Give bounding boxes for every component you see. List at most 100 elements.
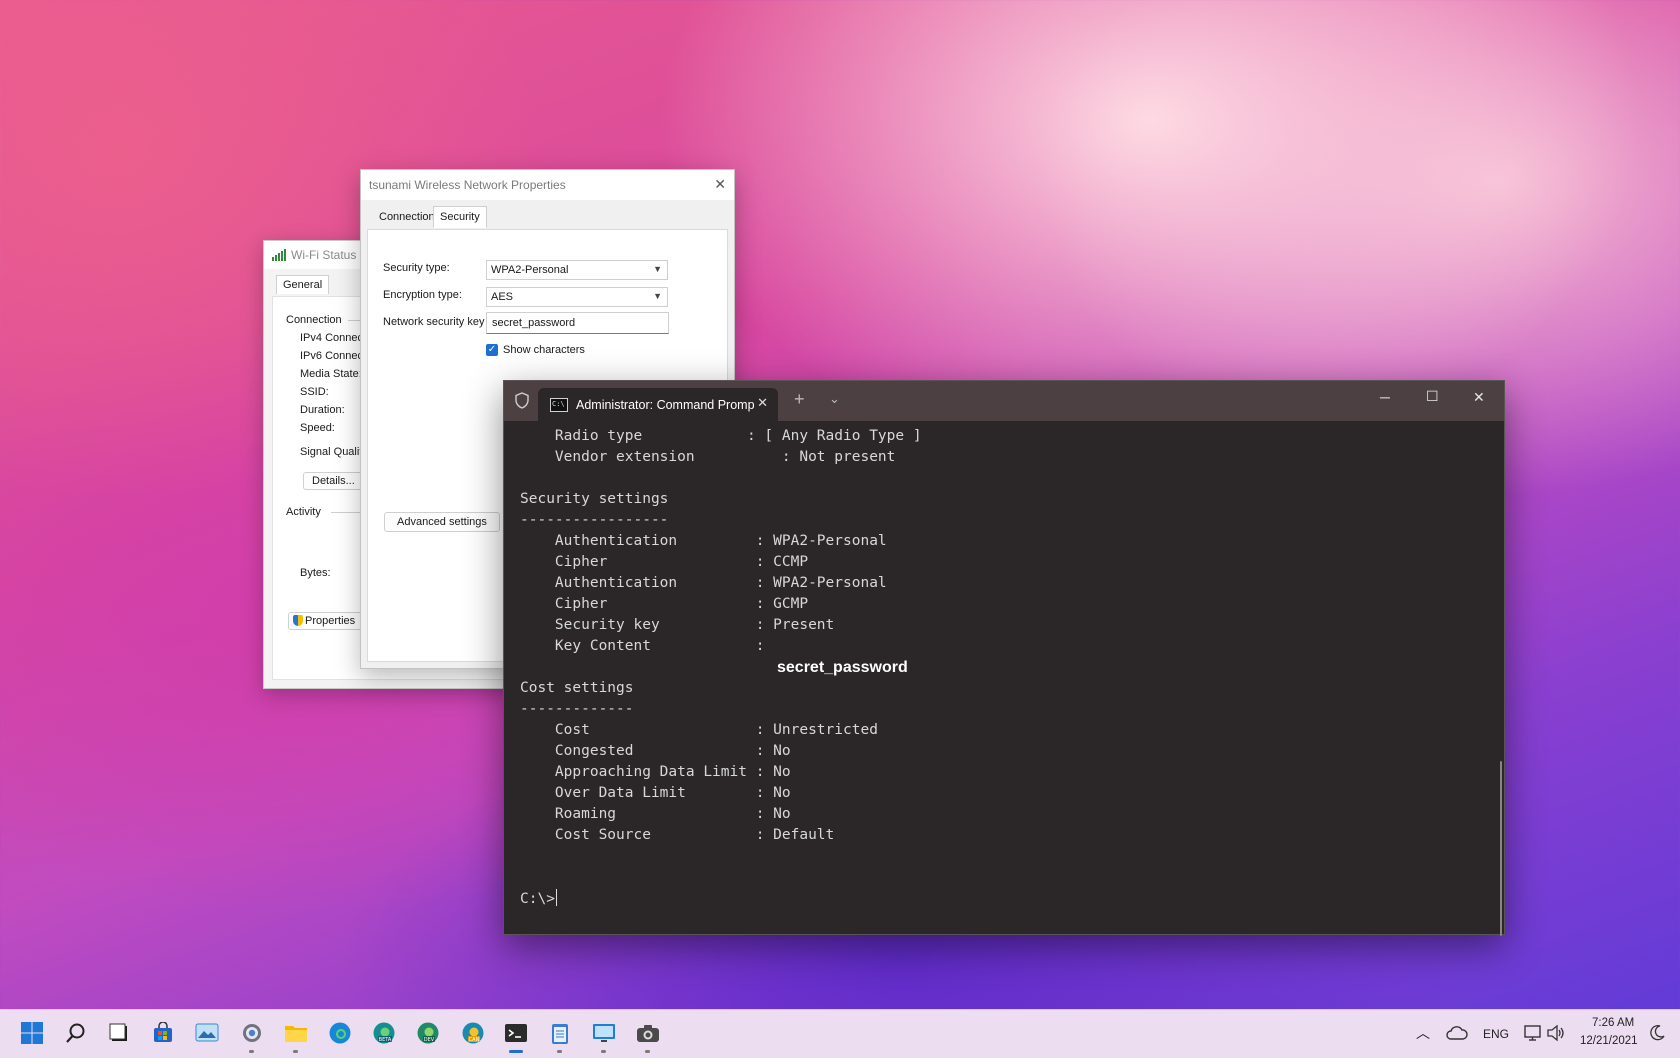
scrollbar[interactable] — [1500, 761, 1502, 936]
store-icon[interactable] — [150, 1020, 176, 1046]
terminal-line: Cipher : CCMP — [520, 554, 809, 570]
details-button[interactable]: Details... — [303, 472, 364, 490]
chevron-down-icon[interactable]: ⌄ — [829, 391, 840, 407]
terminal-tab-title: Administrator: Command Promp — [576, 397, 755, 412]
running-indicator — [601, 1050, 606, 1053]
terminal-output[interactable]: Radio type : [ Any Radio Type ] Vendor e… — [504, 421, 1504, 936]
new-tab-icon[interactable]: + — [794, 389, 805, 410]
notepad-icon[interactable] — [547, 1020, 573, 1053]
chevron-down-icon: ▼ — [653, 291, 662, 301]
terminal-window: C:\ Administrator: Command Promp ✕ + ⌄ ─… — [503, 380, 1505, 936]
terminal-line: Authentication : WPA2-Personal — [520, 533, 887, 549]
terminal-prompt: C:\> — [520, 891, 555, 907]
signal-quality-label: Signal Quality — [300, 446, 368, 458]
duration-label: Duration: — [300, 404, 345, 416]
terminal-line: Security key : Present — [520, 617, 835, 633]
speed-label: Speed: — [300, 422, 335, 434]
chevron-down-icon: ▼ — [653, 264, 662, 274]
file-explorer-icon[interactable] — [283, 1020, 309, 1053]
connection-section-label: Connection — [286, 314, 342, 326]
tab-command-prompt[interactable]: C:\ Administrator: Command Promp ✕ — [538, 388, 778, 421]
security-type-select[interactable]: WPA2-Personal ▼ — [486, 260, 668, 280]
terminal-line: Approaching Data Limit : No — [520, 764, 791, 780]
ipv6-label: IPv6 Connec — [300, 350, 363, 362]
wifi-signal-icon — [272, 249, 286, 261]
bytes-label: Bytes: — [300, 567, 331, 579]
edge-dev-icon[interactable]: DEV — [415, 1020, 441, 1046]
security-type-label: Security type: — [383, 262, 450, 274]
encryption-type-value: AES — [491, 291, 514, 303]
language-indicator[interactable]: ENG — [1483, 1027, 1509, 1041]
terminal-line: Roaming : No — [520, 806, 791, 822]
running-indicator — [249, 1050, 254, 1053]
terminal-line: Vendor extension : Not present — [520, 449, 896, 465]
task-view-icon[interactable] — [106, 1020, 132, 1046]
text-cursor — [555, 889, 557, 906]
clock-time[interactable]: 7:26 AM — [1592, 1017, 1634, 1029]
edge-beta-icon[interactable]: BETA — [371, 1020, 397, 1046]
onedrive-icon[interactable] — [1444, 1020, 1470, 1046]
terminal-line: Authentication : WPA2-Personal — [520, 575, 887, 591]
close-tab-icon[interactable]: ✕ — [757, 395, 768, 411]
ssid-label: SSID: — [300, 386, 329, 398]
start-icon[interactable] — [19, 1020, 45, 1046]
uac-shield-icon — [293, 615, 303, 626]
terminal-line: ------------- — [520, 701, 634, 717]
search-icon[interactable] — [63, 1020, 89, 1046]
properties-button[interactable]: Properties — [288, 612, 365, 630]
security-type-value: WPA2-Personal — [491, 264, 569, 276]
admin-shield-icon — [515, 392, 529, 409]
active-app-indicator — [509, 1050, 523, 1053]
running-indicator — [293, 1050, 298, 1053]
show-characters-checkbox[interactable]: ✓ — [486, 344, 498, 356]
advanced-settings-button[interactable]: Advanced settings — [384, 512, 500, 532]
key-content-value: secret_password — [777, 659, 908, 676]
command-prompt-icon: C:\ — [550, 397, 568, 412]
encryption-type-label: Encryption type: — [383, 289, 462, 301]
edge-icon[interactable] — [327, 1020, 353, 1046]
tab-security[interactable]: Security — [433, 206, 487, 228]
terminal-line: Cipher : GCMP — [520, 596, 809, 612]
terminal-line: Security settings — [520, 491, 669, 507]
tab-general[interactable]: General — [276, 275, 330, 294]
camera-icon[interactable] — [635, 1020, 661, 1053]
close-window-icon[interactable]: ✕ — [1473, 389, 1485, 406]
close-icon[interactable]: ✕ — [714, 176, 726, 193]
prompt-line[interactable]: C:\> — [520, 889, 557, 907]
svg-text:CAN: CAN — [469, 1037, 480, 1043]
media-state-label: Media State: — [300, 368, 362, 380]
terminal-line: Radio type : [ Any Radio Type ] — [520, 428, 922, 444]
terminal-line: Cost Source : Default — [520, 827, 835, 843]
activity-section-label: Activity — [286, 506, 321, 518]
terminal-line: Congested : No — [520, 743, 791, 759]
properties-button-label: Properties — [305, 615, 356, 627]
terminal-line: ----------------- — [520, 512, 669, 528]
terminal-icon[interactable] — [503, 1020, 529, 1053]
network-key-field[interactable]: secret_password — [486, 312, 669, 334]
wifi-status-title: Wi-Fi Status — [291, 248, 357, 262]
terminal-line: Key Content : — [520, 638, 765, 654]
volume-icon[interactable] — [1543, 1020, 1569, 1046]
terminal-tabbar[interactable]: C:\ Administrator: Command Promp ✕ + ⌄ ─… — [504, 381, 1504, 421]
clock-date[interactable]: 12/21/2021 — [1580, 1035, 1638, 1047]
taskbar: BETA DEV CAN ︿ ENG 7:26 AM 12/21/2021 — [0, 1009, 1680, 1058]
encryption-type-select[interactable]: AES ▼ — [486, 287, 668, 307]
focus-assist-moon-icon[interactable] — [1644, 1020, 1670, 1046]
svg-text:DEV: DEV — [424, 1037, 435, 1043]
terminal-line: Cost settings — [520, 680, 634, 696]
maximize-icon[interactable]: ☐ — [1426, 388, 1439, 405]
tab-connection[interactable]: Connection — [373, 208, 441, 226]
terminal-line: Over Data Limit : No — [520, 785, 791, 801]
terminal-line: Cost : Unrestricted — [520, 722, 878, 738]
edge-canary-icon[interactable]: CAN — [460, 1020, 486, 1046]
properties-titlebar[interactable]: tsunami Wireless Network Properties ✕ — [361, 170, 734, 200]
show-characters-label: Show characters — [503, 344, 585, 356]
settings-icon[interactable] — [239, 1020, 265, 1053]
minimize-icon[interactable]: ─ — [1380, 389, 1390, 405]
network-key-label: Network security key — [383, 316, 485, 328]
running-indicator — [557, 1050, 562, 1053]
remote-desktop-icon[interactable] — [591, 1020, 617, 1053]
show-hidden-icons-chevron-icon[interactable]: ︿ — [1416, 1023, 1430, 1043]
photos-icon[interactable] — [194, 1020, 220, 1046]
svg-text:BETA: BETA — [379, 1037, 392, 1043]
